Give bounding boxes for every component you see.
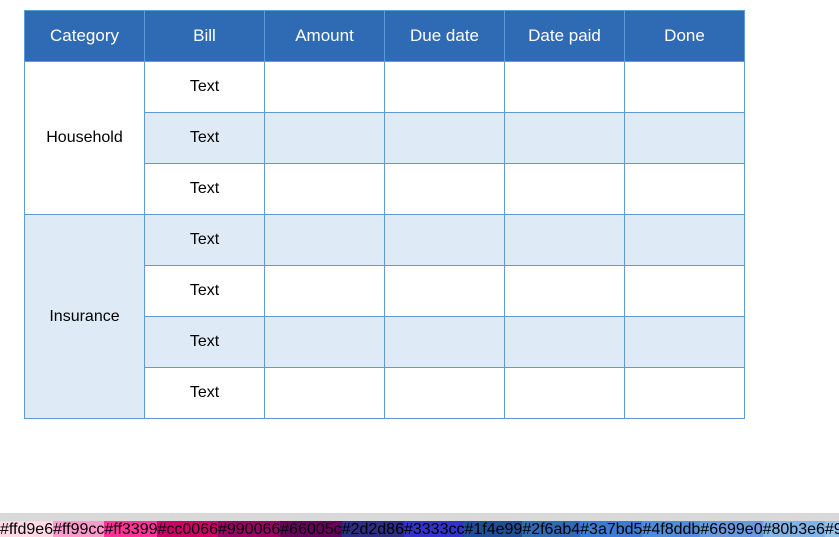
category-cell[interactable]: Insurance: [25, 215, 145, 419]
table-header-date-paid: Date paid: [505, 11, 625, 62]
data-cell[interactable]: [625, 113, 745, 164]
data-cell[interactable]: Text: [145, 164, 265, 215]
data-cell[interactable]: [505, 317, 625, 368]
footer: #ffd9e6#ff99cc#ff3399#cc0066#990066#6600…: [0, 513, 839, 537]
data-cell[interactable]: [505, 215, 625, 266]
data-cell[interactable]: [505, 266, 625, 317]
data-cell[interactable]: [385, 368, 505, 419]
color-swatch[interactable]: #2f6ab4: [522, 521, 580, 537]
data-cell[interactable]: [265, 368, 385, 419]
data-cell[interactable]: Text: [145, 266, 265, 317]
data-cell[interactable]: [385, 215, 505, 266]
table-header-bill: Bill: [145, 11, 265, 62]
data-cell[interactable]: Text: [145, 62, 265, 113]
category-cell[interactable]: Household: [25, 62, 145, 215]
table-header-category: Category: [25, 11, 145, 62]
color-swatch[interactable]: #66005c: [280, 521, 341, 537]
data-cell[interactable]: [265, 62, 385, 113]
bills-table: CategoryBillAmountDue dateDate paidDone …: [24, 10, 745, 419]
data-cell[interactable]: [625, 266, 745, 317]
data-cell[interactable]: [625, 62, 745, 113]
table-row: HouseholdText: [25, 62, 745, 113]
data-cell[interactable]: [265, 266, 385, 317]
data-cell[interactable]: [505, 368, 625, 419]
color-swatch[interactable]: #6699e0: [700, 521, 762, 537]
data-cell[interactable]: [385, 266, 505, 317]
table-header-due-date: Due date: [385, 11, 505, 62]
data-cell[interactable]: [385, 113, 505, 164]
data-cell[interactable]: [625, 317, 745, 368]
color-swatch[interactable]: #1f4e99: [464, 521, 522, 537]
data-cell[interactable]: [385, 317, 505, 368]
data-cell[interactable]: [625, 215, 745, 266]
color-palette[interactable]: #ffd9e6#ff99cc#ff3399#cc0066#990066#6600…: [0, 521, 839, 537]
color-swatch[interactable]: #990066: [218, 521, 280, 537]
table-header-amount: Amount: [265, 11, 385, 62]
data-cell[interactable]: [625, 368, 745, 419]
data-cell[interactable]: Text: [145, 215, 265, 266]
data-cell[interactable]: Text: [145, 317, 265, 368]
color-swatch[interactable]: #ffd9e6: [0, 521, 53, 537]
data-cell[interactable]: [385, 164, 505, 215]
data-cell[interactable]: [265, 317, 385, 368]
data-cell[interactable]: [265, 113, 385, 164]
data-cell[interactable]: [385, 62, 505, 113]
data-cell[interactable]: [505, 164, 625, 215]
table-header-done: Done: [625, 11, 745, 62]
data-cell[interactable]: [625, 164, 745, 215]
color-swatch[interactable]: #3333cc: [404, 521, 465, 537]
data-cell[interactable]: [505, 113, 625, 164]
data-cell[interactable]: [265, 164, 385, 215]
color-swatch[interactable]: #ff99cc: [53, 521, 104, 537]
color-swatch[interactable]: #ff3399: [104, 521, 157, 537]
color-swatch[interactable]: #cc0066: [157, 521, 218, 537]
table-header-row: CategoryBillAmountDue dateDate paidDone: [25, 11, 745, 62]
footer-separator: [0, 513, 839, 521]
data-cell[interactable]: Text: [145, 113, 265, 164]
data-cell[interactable]: [505, 62, 625, 113]
data-cell[interactable]: [265, 215, 385, 266]
color-swatch[interactable]: #80b3e6: [763, 521, 825, 537]
table-row: InsuranceText: [25, 215, 745, 266]
data-cell[interactable]: Text: [145, 368, 265, 419]
color-swatch[interactable]: #4f8ddb: [642, 521, 700, 537]
color-swatch[interactable]: #3a7bd5: [580, 521, 642, 537]
color-swatch[interactable]: #2d2d86: [342, 521, 404, 537]
color-swatch[interactable]: #99c2eb: [825, 521, 839, 537]
table-body: HouseholdTextTextTextInsuranceTextTextTe…: [25, 62, 745, 419]
